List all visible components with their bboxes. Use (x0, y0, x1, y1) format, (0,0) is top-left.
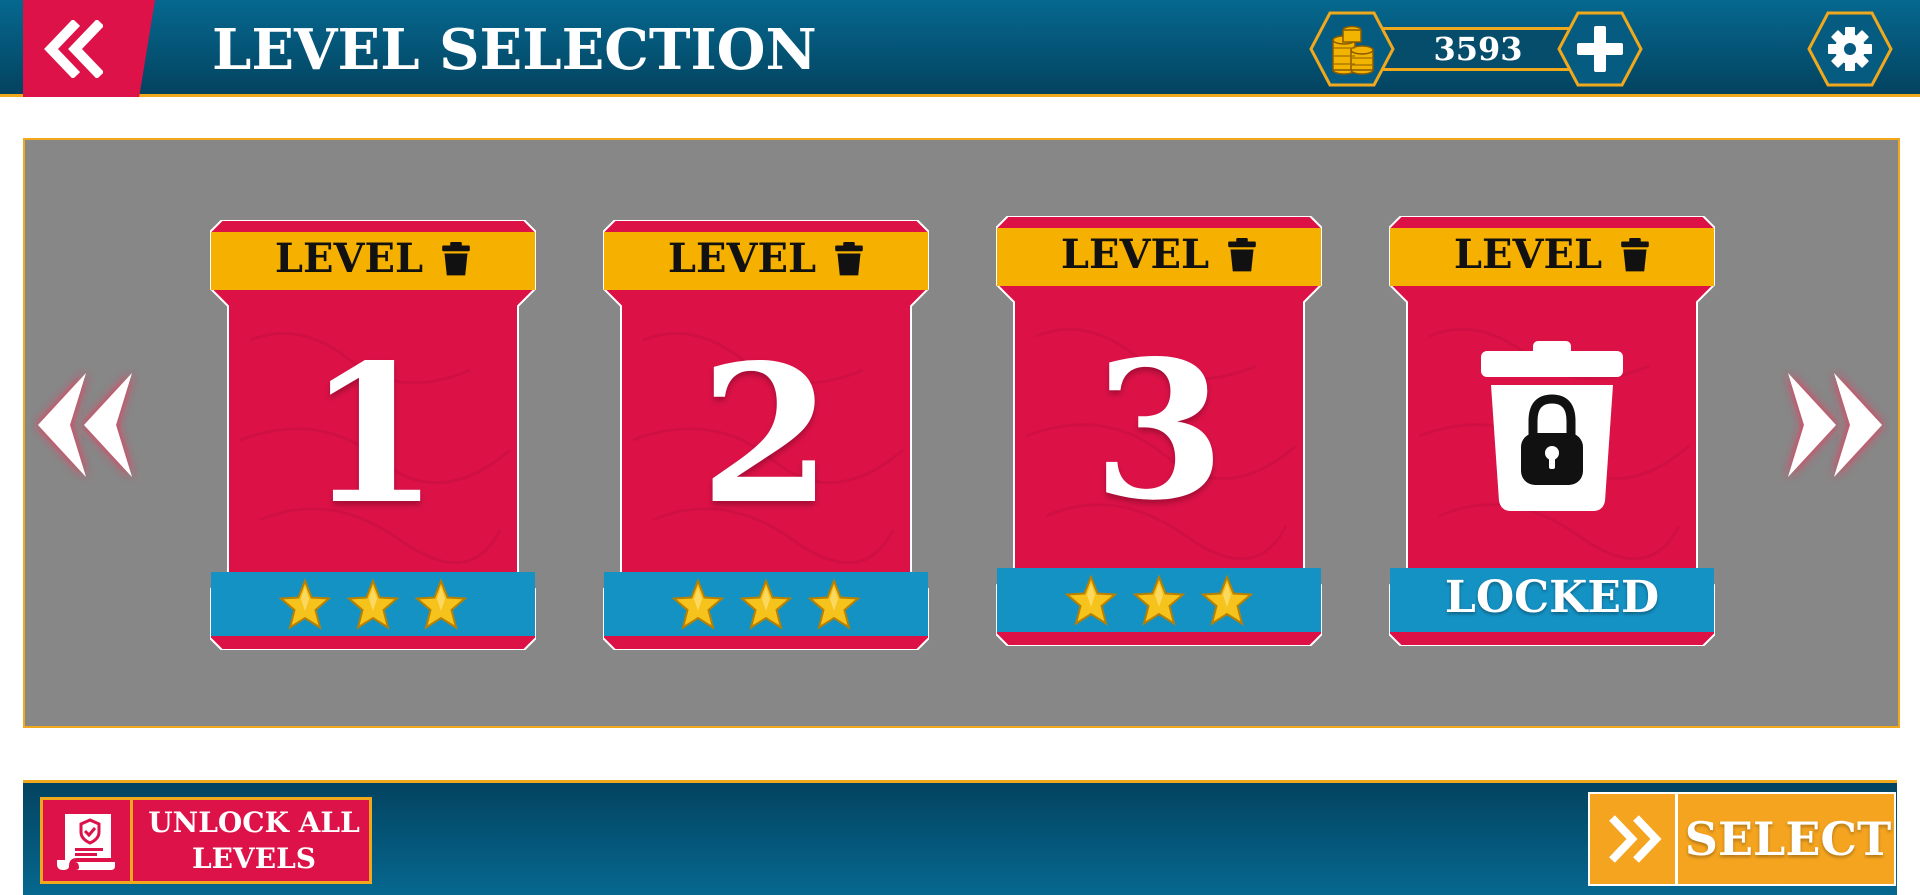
star-icon (279, 579, 331, 630)
trash-icon (835, 241, 863, 276)
card-level-number: 2 (699, 323, 833, 546)
level-card[interactable]: LEVEL 2 (603, 220, 929, 650)
star-icon (415, 579, 467, 630)
star-icon (1065, 575, 1117, 626)
select-button[interactable]: SELECT (1588, 792, 1896, 886)
unlock-all-levels-label: UNLOCK ALL LEVELS (139, 802, 369, 879)
card-level-number: 3 (1092, 319, 1226, 542)
double-chevron-left-icon (44, 20, 103, 78)
card-level-number: 1 (306, 323, 440, 546)
card-header: LEVEL (603, 230, 929, 288)
unlock-icon-box (43, 800, 133, 881)
star-icon (740, 579, 792, 630)
card-level-label: LEVEL (1453, 231, 1603, 278)
previous-page-button[interactable] (30, 365, 140, 485)
unlock-label-line2: LEVELS (191, 841, 316, 875)
card-star-rating (603, 575, 929, 635)
card-level-label: LEVEL (1060, 231, 1210, 278)
certificate-scroll-icon (57, 814, 115, 870)
settings-button[interactable] (1806, 10, 1894, 88)
next-page-button[interactable] (1780, 365, 1890, 485)
trash-icon (1621, 237, 1649, 272)
double-chevron-left-icon (38, 373, 132, 477)
trash-icon (1228, 237, 1256, 272)
unlock-label-line1: UNLOCK ALL (148, 805, 360, 839)
level-card[interactable]: LEVEL 3 (996, 216, 1322, 646)
back-button[interactable] (23, 0, 155, 97)
star-icon (808, 579, 860, 630)
gear-icon (1828, 27, 1872, 71)
card-header: LEVEL (996, 226, 1322, 284)
level-card[interactable]: LEVEL 1 (210, 220, 536, 650)
card-star-rating (210, 575, 536, 635)
trash-icon (442, 241, 470, 276)
coin-count: 3593 (1433, 30, 1523, 68)
card-header: LEVEL (1389, 226, 1715, 284)
card-level-label: LEVEL (667, 235, 817, 282)
coin-stack-icon (1309, 11, 1395, 87)
star-icon (1201, 575, 1253, 626)
level-card-locked[interactable]: LEVEL LOCKED (1389, 216, 1715, 646)
card-star-rating (996, 571, 1322, 631)
card-header: LEVEL (210, 230, 536, 288)
double-chevron-right-icon (1788, 373, 1882, 477)
locked-trash-icon (1481, 341, 1623, 511)
star-icon (672, 579, 724, 630)
select-icon-box (1590, 794, 1678, 884)
select-label: SELECT (1684, 812, 1892, 866)
double-chevron-right-icon (1609, 815, 1662, 863)
star-icon (1133, 575, 1185, 626)
card-level-label: LEVEL (274, 235, 424, 282)
card-locked-label: LOCKED (1444, 572, 1660, 623)
star-icon (347, 579, 399, 630)
page-title: LEVEL SELECTION (212, 17, 817, 83)
add-coins-button[interactable] (1556, 10, 1644, 88)
unlock-all-levels-button[interactable]: UNLOCK ALL LEVELS (40, 797, 372, 884)
